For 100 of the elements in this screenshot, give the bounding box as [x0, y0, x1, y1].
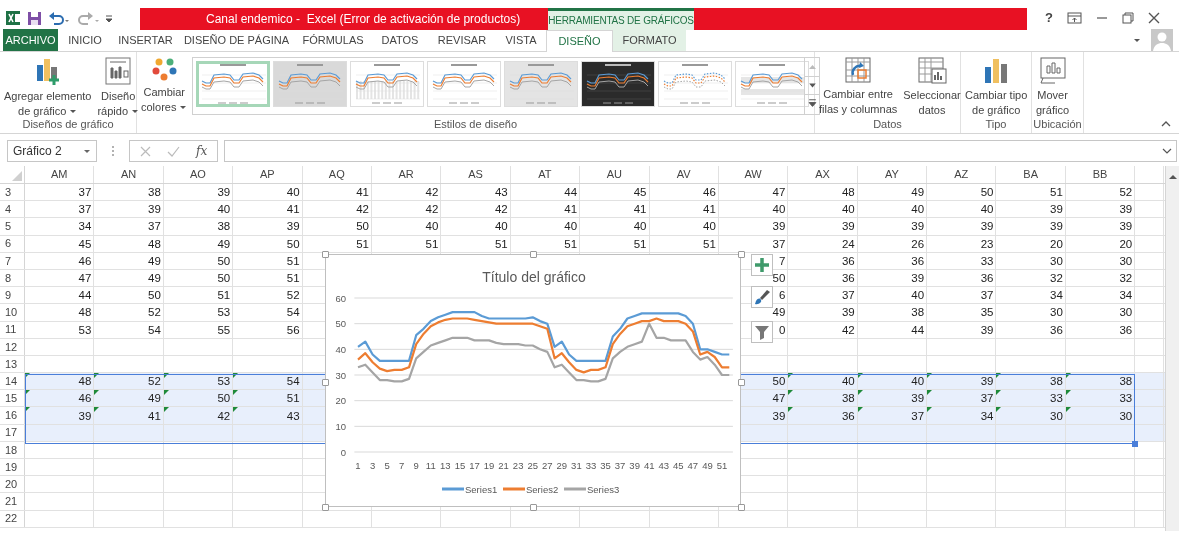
table-cell[interactable]: 51 — [286, 271, 300, 286]
table-cell[interactable]: 40 — [980, 202, 994, 217]
table-cell[interactable]: 34 — [1119, 288, 1133, 303]
column-header[interactable]: AR — [371, 166, 442, 183]
table-cell[interactable]: 30 — [1050, 253, 1063, 268]
table-cell[interactable]: 38 — [911, 305, 925, 320]
resize-handle[interactable] — [322, 504, 329, 511]
chart-style-thumbnail[interactable] — [658, 61, 733, 107]
table-cell[interactable]: 42 — [425, 185, 439, 200]
table-cell[interactable]: 46 — [703, 185, 716, 200]
column-header[interactable]: AN — [94, 166, 164, 183]
table-cell[interactable]: 40 — [772, 202, 786, 217]
column-header[interactable]: AP — [233, 166, 303, 183]
table-cell[interactable]: 54 — [148, 322, 161, 337]
table-cell[interactable]: 36 — [1050, 322, 1063, 337]
table-cell[interactable]: 42 — [494, 202, 508, 217]
table-cell[interactable]: 37 — [841, 288, 855, 303]
table-cell[interactable]: 44 — [78, 288, 92, 303]
table-cell[interactable]: 40 — [911, 374, 925, 389]
table-cell[interactable]: 33 — [980, 253, 994, 268]
table-cell[interactable]: 38 — [1119, 374, 1133, 389]
row-header[interactable]: 16 — [0, 407, 25, 424]
table-cell[interactable]: 39 — [1119, 219, 1133, 234]
column-header[interactable]: AX — [788, 166, 858, 183]
table-cell[interactable]: 40 — [425, 219, 439, 234]
table-cell[interactable]: 39 — [980, 219, 994, 234]
table-cell[interactable]: 56 — [286, 322, 300, 337]
table-cell[interactable]: 36 — [980, 271, 994, 286]
table-cell[interactable]: 20 — [1050, 236, 1063, 251]
table-cell[interactable]: 37 — [980, 288, 994, 303]
chart-style-thumbnail[interactable] — [196, 61, 271, 107]
table-cell[interactable]: 49 — [148, 271, 161, 286]
resize-handle[interactable] — [738, 504, 745, 511]
table-cell[interactable]: 52 — [1119, 185, 1133, 200]
style-gallery[interactable] — [192, 57, 821, 115]
table-cell[interactable]: 37 — [980, 391, 994, 406]
table-cell[interactable]: 39 — [217, 185, 231, 200]
table-cell[interactable]: 50 — [217, 271, 231, 286]
table-cell[interactable]: 39 — [286, 219, 300, 234]
column-header[interactable]: AZ — [927, 166, 997, 183]
collapse-ribbon-icon[interactable] — [1161, 121, 1171, 127]
table-cell[interactable]: 41 — [703, 202, 716, 217]
table-cell[interactable]: 40 — [494, 219, 508, 234]
ribbon-tab[interactable]: INSERTAR — [112, 29, 179, 51]
table-cell[interactable]: 40 — [286, 185, 300, 200]
table-cell[interactable]: 42 — [425, 202, 439, 217]
table-cell[interactable]: 52 — [148, 305, 161, 320]
table-cell[interactable]: 41 — [148, 408, 161, 423]
chart-side-button[interactable] — [751, 286, 773, 308]
table-cell[interactable]: 20 — [1119, 236, 1133, 251]
table-cell[interactable]: 40 — [703, 219, 716, 234]
resize-handle[interactable] — [322, 379, 329, 386]
vertical-scrollbar[interactable] — [1165, 166, 1179, 531]
table-cell[interactable]: 52 — [286, 288, 300, 303]
chart-side-button[interactable] — [751, 321, 773, 343]
table-cell[interactable]: 7 — [778, 253, 786, 268]
table-cell[interactable]: 41 — [286, 202, 300, 217]
insert-function-button[interactable]: fx — [196, 142, 208, 160]
table-cell[interactable]: 37 — [772, 236, 786, 251]
resize-handle[interactable] — [738, 251, 745, 258]
table-cell[interactable]: 0 — [778, 322, 786, 337]
table-cell[interactable]: 37 — [78, 185, 92, 200]
table-cell[interactable]: 49 — [911, 185, 925, 200]
ribbon-button[interactable]: Cambiar tipo de gráfico — [963, 56, 1030, 118]
ribbon-tab[interactable]: INICIO — [58, 29, 112, 51]
table-cell[interactable]: 38 — [1050, 374, 1063, 389]
column-header[interactable]: AS — [441, 166, 511, 183]
table-cell[interactable]: 39 — [980, 374, 994, 389]
ribbon-button[interactable]: Mover gráfico — [1034, 56, 1072, 118]
ribbon-tab[interactable]: DISEÑO DE PÁGINA — [179, 29, 294, 51]
table-cell[interactable]: 53 — [217, 305, 231, 320]
table-cell[interactable]: 46 — [78, 391, 92, 406]
table-cell[interactable]: 50 — [980, 185, 994, 200]
table-cell[interactable]: 37 — [911, 408, 925, 423]
table-cell[interactable]: 39 — [772, 408, 786, 423]
resize-handle[interactable] — [322, 251, 329, 258]
table-cell[interactable]: 24 — [841, 236, 855, 251]
table-cell[interactable]: 36 — [1119, 322, 1133, 337]
table-cell[interactable]: 39 — [1050, 202, 1063, 217]
table-cell[interactable]: 49 — [217, 236, 231, 251]
resize-handle[interactable] — [738, 379, 745, 386]
chart-style-thumbnail[interactable] — [504, 61, 579, 107]
ribbon-button[interactable]: Cambiar colores — [139, 56, 190, 115]
table-cell[interactable]: 36 — [841, 408, 855, 423]
table-cell[interactable]: 32 — [1119, 271, 1133, 286]
ribbon-tab[interactable]: DISEÑO — [546, 30, 613, 52]
table-cell[interactable]: 32 — [1050, 271, 1063, 286]
table-cell[interactable]: 39 — [841, 305, 855, 320]
table-cell[interactable]: 55 — [217, 322, 231, 337]
column-header[interactable]: AO — [163, 166, 234, 183]
chart-style-thumbnail[interactable] — [581, 61, 656, 107]
ribbon-tab[interactable]: FÓRMULAS — [294, 29, 372, 51]
table-cell[interactable]: 51 — [286, 253, 300, 268]
table-cell[interactable]: 50 — [772, 374, 786, 389]
customize-menu-icon[interactable] — [105, 13, 113, 23]
table-cell[interactable]: 40 — [633, 219, 647, 234]
table-cell[interactable]: 45 — [78, 236, 92, 251]
table-cell[interactable]: 51 — [356, 236, 369, 251]
table-cell[interactable]: 48 — [78, 305, 92, 320]
table-cell[interactable]: 34 — [1050, 288, 1063, 303]
